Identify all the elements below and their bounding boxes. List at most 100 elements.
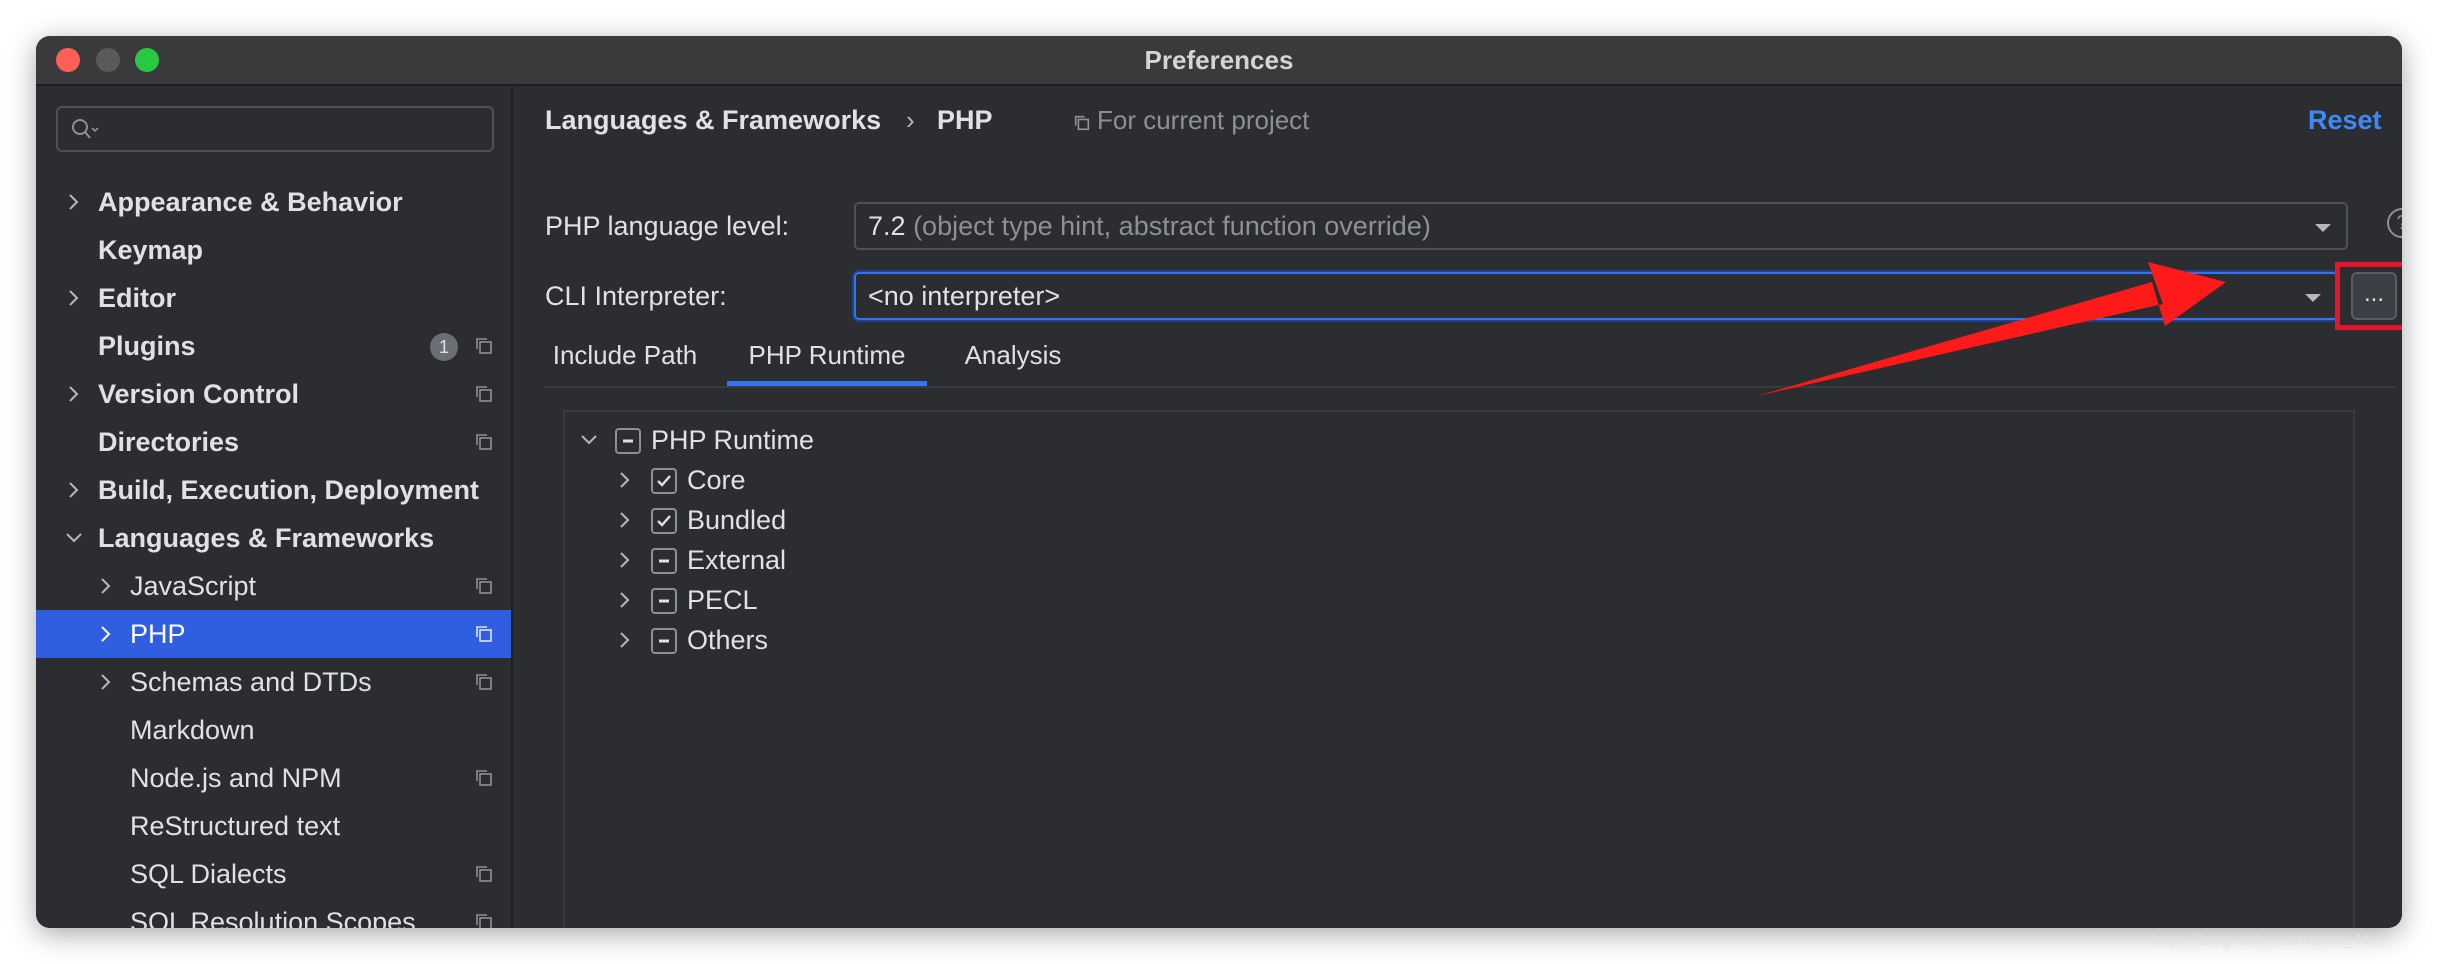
tree-item-label: Others (687, 625, 769, 655)
tree-item-label: PHP Runtime (651, 425, 815, 455)
sidebar-item-label: Editor (98, 283, 176, 313)
sidebar-item-schemas-dtds[interactable]: Schemas and DTDs (36, 658, 511, 706)
sidebar-item-label: Keymap (98, 235, 204, 265)
project-settings-icon (476, 434, 492, 450)
chevron-right-icon[interactable] (615, 470, 635, 490)
sidebar-item-directories[interactable]: Directories (36, 418, 511, 466)
php-language-level-value: 7.2 (object type hint, abstract function… (868, 204, 1431, 248)
settings-scope-label: For current project (1097, 105, 1310, 135)
sidebar-item-sql-dialects[interactable]: SQL Dialects (36, 850, 511, 898)
reset-link[interactable]: Reset (2308, 100, 2382, 140)
sidebar-item-keymap[interactable]: Keymap (36, 226, 511, 274)
sidebar-item-label: Version Control (98, 379, 300, 409)
breadcrumb-current: PHP (937, 105, 993, 135)
chevron-right-icon (69, 290, 79, 306)
sidebar-item-plugins[interactable]: Plugins 1 (36, 322, 511, 370)
chevron-right-icon (69, 194, 79, 210)
chevron-right-icon (101, 674, 111, 690)
checked-checkbox[interactable] (651, 468, 677, 494)
sidebar-item-languages-frameworks[interactable]: Languages & Frameworks (36, 514, 511, 562)
tab-php-runtime[interactable]: PHP Runtime (727, 326, 927, 386)
sidebar-item-appearance-behavior[interactable]: Appearance & Behavior (36, 178, 511, 226)
sidebar-item-label: Node.js and NPM (130, 763, 342, 793)
tab-include-path[interactable]: Include Path (545, 326, 705, 384)
title-bar: Preferences (36, 36, 2402, 86)
chevron-right-icon[interactable] (615, 550, 635, 570)
php-level-hint: (object type hint, abstract function ove… (913, 211, 1431, 241)
chevron-right-icon (101, 626, 111, 642)
sidebar-item-build-execution-deployment[interactable]: Build, Execution, Deployment (36, 466, 511, 514)
sidebar-item-javascript[interactable]: JavaScript (36, 562, 511, 610)
php-settings-tabs: Include Path PHP Runtime Analysis (545, 326, 2395, 388)
tree-item-label: External (687, 545, 787, 575)
breadcrumb-separator: › (906, 105, 915, 135)
search-input[interactable] (106, 108, 490, 152)
project-settings-icon (476, 674, 492, 690)
project-settings-icon (476, 578, 492, 594)
php-language-level-label: PHP language level: (545, 211, 790, 241)
chevron-right-icon[interactable] (615, 590, 635, 610)
partial-checkbox[interactable] (651, 588, 677, 614)
sidebar-item-label: Build, Execution, Deployment (98, 475, 480, 505)
search-icon (72, 119, 99, 139)
sidebar-item-label: Plugins (98, 331, 196, 361)
annotation-highlight-box (2335, 262, 2402, 330)
php-language-level-select[interactable]: 7.2 (object type hint, abstract function… (854, 202, 2348, 250)
php-level-number: 7.2 (868, 211, 906, 241)
sidebar-item-label: SQL Dialects (130, 859, 287, 889)
project-settings-icon (476, 626, 492, 642)
tree-item-bundled[interactable]: Bundled (565, 500, 1165, 540)
php-runtime-tree: PHP Runtime Core Bundled External PECL O… (563, 410, 2355, 928)
sidebar-item-version-control[interactable]: Version Control (36, 370, 511, 418)
tree-item-php-runtime[interactable]: PHP Runtime (565, 420, 1165, 460)
tab-analysis[interactable]: Analysis (945, 326, 1081, 384)
sidebar-item-label: Markdown (130, 715, 255, 745)
help-icon[interactable]: ? (2387, 208, 2402, 238)
sidebar-item-label: JavaScript (130, 571, 257, 601)
chevron-right-icon[interactable] (615, 630, 635, 650)
project-settings-icon (476, 338, 492, 354)
checked-checkbox[interactable] (651, 508, 677, 534)
cli-interpreter-select[interactable]: <no interpreter> (854, 272, 2338, 320)
project-settings-icon (476, 914, 492, 928)
sidebar-item-label: Schemas and DTDs (130, 667, 372, 697)
chevron-right-icon (69, 482, 79, 498)
breadcrumb-parent[interactable]: Languages & Frameworks (545, 100, 881, 140)
chevron-down-icon[interactable] (579, 430, 599, 450)
sidebar-item-label: SQL Resolution Scopes (130, 907, 416, 928)
sidebar-item-label: PHP (130, 619, 186, 649)
plugins-update-badge: 1 (430, 333, 458, 361)
sidebar-item-php[interactable]: PHP (36, 610, 511, 658)
sidebar-item-label: Languages & Frameworks (98, 523, 435, 553)
sidebar-item-sql-resolution-scopes[interactable]: SQL Resolution Scopes (36, 898, 511, 928)
sidebar-item-label: Appearance & Behavior (98, 187, 403, 217)
sidebar-item-restructured-text[interactable]: ReStructured text (36, 802, 511, 850)
project-settings-icon (476, 770, 492, 786)
sidebar-item-editor[interactable]: Editor (36, 274, 511, 322)
tree-item-core[interactable]: Core (565, 460, 1165, 500)
window-title: Preferences (1144, 45, 1294, 75)
settings-search[interactable] (56, 106, 494, 152)
chevron-right-icon (101, 578, 111, 594)
project-scope-icon (1074, 115, 1090, 131)
tree-item-label: PECL (687, 585, 758, 615)
chevron-right-icon (69, 386, 79, 402)
partial-checkbox[interactable] (651, 628, 677, 654)
tree-item-others[interactable]: Others (565, 620, 1165, 660)
watermark-text: https://blog.csdn.net/weixin_44... (2152, 932, 2385, 949)
partial-checkbox[interactable] (651, 548, 677, 574)
chevron-down-icon (66, 533, 82, 543)
sidebar-item-markdown[interactable]: Markdown (36, 706, 511, 754)
preferences-window: Preferences Appearance & Behavior Keymap… (36, 36, 2402, 928)
settings-sidebar: Appearance & Behavior Keymap Editor Plug… (36, 86, 513, 928)
cli-interpreter-value: <no interpreter> (868, 281, 1061, 311)
tree-item-pecl[interactable]: PECL (565, 580, 1165, 620)
chevron-right-icon[interactable] (615, 510, 635, 530)
sidebar-item-label: Directories (98, 427, 240, 457)
dropdown-arrow-icon (2305, 294, 2321, 302)
sidebar-item-nodejs-npm[interactable]: Node.js and NPM (36, 754, 511, 802)
tree-item-external[interactable]: External (565, 540, 1165, 580)
partial-checkbox[interactable] (615, 428, 641, 454)
tree-item-label: Core (687, 465, 746, 495)
cli-interpreter-label: CLI Interpreter: (545, 281, 727, 311)
